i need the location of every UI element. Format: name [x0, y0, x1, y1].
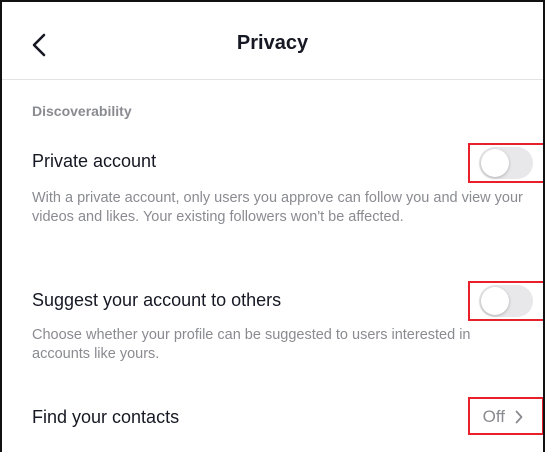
- suggest-account-toggle[interactable]: [479, 285, 533, 317]
- private-account-toggle[interactable]: [479, 147, 533, 179]
- find-contacts-value-button[interactable]: Off: [483, 407, 523, 427]
- suggest-account-description: Choose whether your profile can be sugge…: [32, 327, 471, 362]
- private-account-description: With a private account, only users you a…: [32, 190, 523, 225]
- toggle-knob: [481, 149, 509, 177]
- page-title: Privacy: [236, 32, 309, 54]
- header-bar: Privacy: [2, 2, 543, 80]
- section-label-discoverability: Discoverability: [32, 103, 132, 119]
- find-contacts-value: Off: [482, 407, 505, 426]
- toggle-knob: [481, 287, 509, 315]
- find-contacts-label: Find your contacts: [32, 407, 180, 427]
- private-account-label: Private account: [32, 151, 157, 171]
- suggest-account-label: Suggest your account to others: [32, 290, 282, 310]
- chevron-right-icon: [515, 410, 523, 424]
- privacy-screen: Privacy Discoverability Private account …: [0, 0, 545, 452]
